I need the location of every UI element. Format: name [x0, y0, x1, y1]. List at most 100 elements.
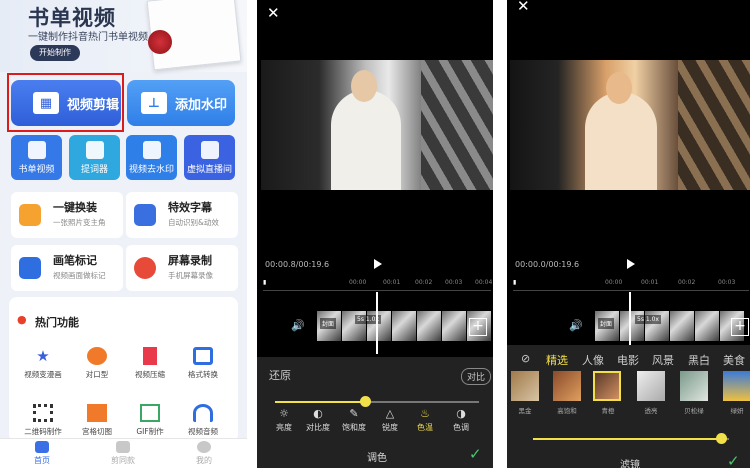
close-icon[interactable]: ✕: [517, 0, 530, 15]
virtual-live-button[interactable]: 虚拟直播间: [184, 135, 235, 180]
cover-label[interactable]: 封面: [598, 318, 615, 329]
adjust-slider-fill: [275, 401, 365, 403]
category-selected[interactable]: 精选: [546, 352, 568, 368]
book-video-button[interactable]: 书单视频: [11, 135, 62, 180]
category-bw[interactable]: 黑白: [688, 352, 710, 368]
time-display: 00:00.0/00:19.6: [515, 260, 580, 269]
hot-features-section: ● 热门功能 ★ 视频变漫画 对口型 视频压缩 格式转换 二维码制作 宫格切图 GI…: [9, 297, 238, 442]
person-figure: [585, 92, 657, 190]
hot-features-title: ● 热门功能: [17, 313, 79, 329]
filter-thumb[interactable]: [553, 371, 581, 401]
filter-thumb[interactable]: [723, 371, 750, 401]
book-video-label: 书单视频: [18, 165, 55, 175]
tool-contrast[interactable]: ◐ 对比度: [300, 407, 336, 433]
filter-name: 青橙: [601, 407, 615, 415]
screen-record-card[interactable]: 屏幕录制 手机屏幕录像: [126, 245, 238, 291]
video-edit-button[interactable]: ▦ 视频剪辑: [11, 80, 121, 126]
video-audio[interactable]: 视频音频: [177, 404, 229, 437]
play-icon[interactable]: [374, 259, 382, 269]
star-icon: ★: [36, 347, 50, 365]
filter-name: 黑金: [518, 407, 532, 415]
brush-icon: [19, 257, 41, 279]
clip-strip[interactable]: [595, 311, 745, 341]
camera-icon: [142, 141, 161, 159]
sun-icon: ☼: [279, 407, 289, 420]
cover-label[interactable]: 封面: [320, 318, 337, 329]
grid-cut[interactable]: 宫格切图: [71, 404, 123, 437]
format-convert[interactable]: 格式转换: [177, 347, 229, 380]
hot-item-label: 二维码制作: [24, 427, 62, 436]
tone-icon: ◑: [456, 407, 466, 420]
qr-icon: [33, 404, 53, 422]
screen-record-sub: 手机屏幕录像: [168, 271, 213, 280]
tab-home[interactable]: 首页: [12, 441, 72, 466]
hot-item-label: GIF制作: [136, 427, 164, 436]
tab-template[interactable]: 剪同款: [93, 441, 153, 466]
gif-icon: [140, 404, 160, 422]
gif-maker[interactable]: GIF制作: [124, 404, 176, 437]
person-head: [351, 70, 377, 102]
add-watermark-label: 添加水印: [175, 97, 228, 113]
category-movie[interactable]: 电影: [617, 352, 639, 368]
hot-item-label: 对口型: [85, 370, 109, 379]
remove-watermark-button[interactable]: 视频去水印: [126, 135, 177, 180]
filter-screen: ✕ 00:00.0/00:19.6 ▮ 00:00 00:01 00:02 00…: [507, 0, 750, 468]
filter-thumb[interactable]: [511, 371, 539, 401]
outfit-swap-card[interactable]: 一键换装 一张照片变主角: [11, 192, 123, 238]
confirm-icon[interactable]: ✓: [469, 445, 482, 463]
lip-sync[interactable]: 对口型: [71, 347, 123, 380]
video-compress[interactable]: 视频压缩: [124, 347, 176, 380]
category-landscape[interactable]: 风景: [652, 352, 674, 368]
ruler-mark-icon: ▮: [513, 279, 517, 286]
contrast-icon: ◐: [313, 407, 323, 420]
tool-tone[interactable]: ◑ 色调: [443, 407, 479, 433]
shirt-icon: [19, 204, 41, 226]
volume-icon[interactable]: 🔊: [291, 319, 305, 332]
category-food[interactable]: 美食: [723, 352, 745, 368]
ruler-label: 00:02: [415, 279, 433, 286]
playhead[interactable]: [376, 292, 378, 354]
promo-banner[interactable]: 书单视频 一键制作抖音热门书单视频 开始制作: [0, 0, 247, 72]
ruler-label: 00:00: [605, 279, 623, 286]
ruler-label: 00:01: [383, 279, 401, 286]
compare-button[interactable]: 对比: [461, 368, 492, 385]
volume-icon[interactable]: 🔊: [569, 319, 583, 332]
rose-illustration: [148, 30, 172, 54]
teleprompter-button[interactable]: 提词器: [69, 135, 120, 180]
tab-mine[interactable]: 我的: [174, 441, 234, 466]
category-portrait[interactable]: 人像: [582, 352, 604, 368]
effect-subtitle-card[interactable]: 特效字幕 自动识别&动效: [126, 192, 238, 238]
confirm-icon[interactable]: ✓: [727, 452, 740, 468]
start-button[interactable]: 开始制作: [30, 45, 80, 61]
add-watermark-button[interactable]: ⊥ 添加水印: [127, 80, 235, 126]
teleprompter-label: 提词器: [80, 165, 108, 175]
filter-thumb[interactable]: [637, 371, 665, 401]
tool-saturation[interactable]: ✎ 饱和度: [336, 407, 372, 433]
tool-sharpness[interactable]: △ 锐度: [372, 407, 408, 433]
tool-brightness[interactable]: ☼ 亮度: [266, 407, 302, 433]
add-clip-button[interactable]: +: [469, 318, 487, 336]
close-icon[interactable]: ✕: [267, 4, 280, 22]
filter-thumb-selected[interactable]: [593, 371, 621, 401]
ruler-label: 00:01: [641, 279, 659, 286]
book-icon: [27, 141, 46, 159]
tool-temperature[interactable]: ♨ 色温: [407, 407, 443, 433]
filter-thumb[interactable]: [680, 371, 708, 401]
clip-strip[interactable]: [317, 311, 492, 341]
adjust-slider-thumb[interactable]: [360, 396, 371, 407]
qr-maker[interactable]: 二维码制作: [17, 404, 69, 437]
brush-mark-card[interactable]: 画笔标记 视频画面做标记: [11, 245, 123, 291]
timeline-ruler: ▮ 00:00 00:01 00:02 00:03: [513, 279, 749, 291]
filter-slider-thumb[interactable]: [716, 433, 727, 444]
headphones-icon: [193, 404, 213, 422]
no-filter-icon[interactable]: ⊘: [521, 352, 530, 365]
timeline-ruler: ▮ 00:00 00:01 00:02 00:03 00:04: [263, 279, 492, 291]
film-reel-icon: [134, 257, 156, 279]
outfit-swap-title: 一键换装: [53, 201, 97, 214]
ruler-label: 00:03: [718, 279, 736, 286]
play-icon[interactable]: [627, 259, 635, 269]
reset-button[interactable]: 还原: [269, 367, 291, 383]
add-clip-button[interactable]: +: [731, 318, 749, 336]
video-to-comic[interactable]: ★ 视频变漫画: [17, 347, 69, 380]
filter-name: 透亮: [644, 407, 658, 415]
